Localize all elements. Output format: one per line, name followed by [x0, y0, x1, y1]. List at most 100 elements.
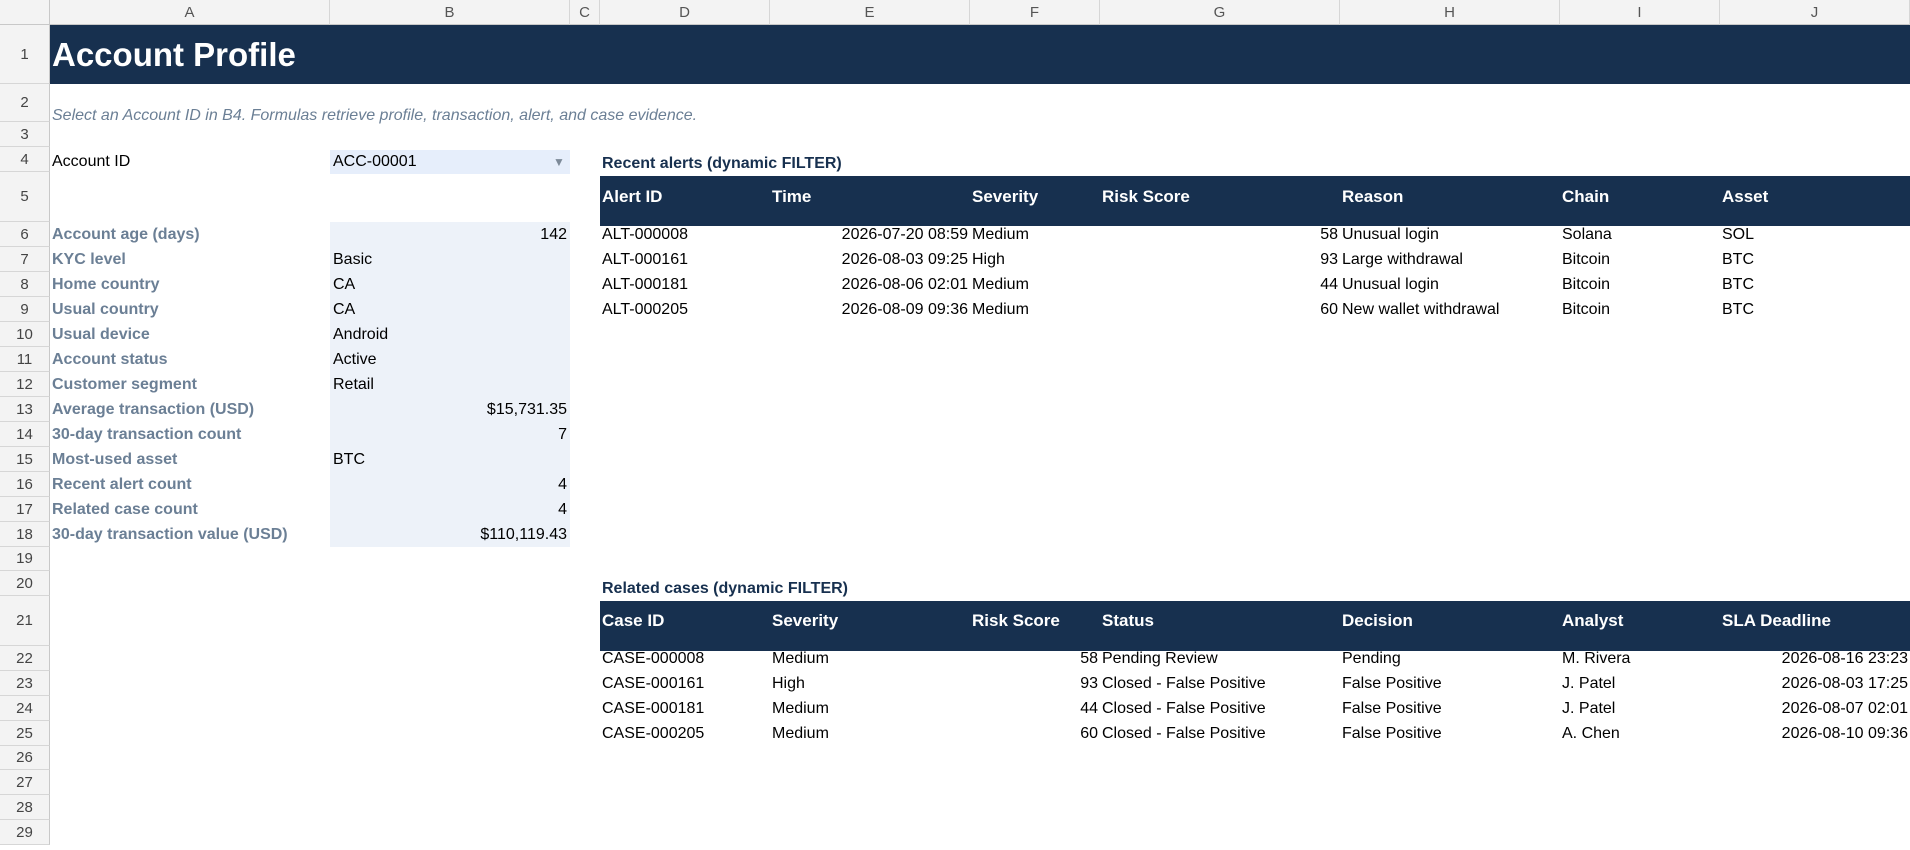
alerts-cell[interactable]: 2026-08-09 09:36 — [772, 297, 968, 322]
row-header-14[interactable]: 14 — [0, 422, 50, 447]
cases-cell[interactable]: M. Rivera — [1562, 646, 1718, 671]
profile-value[interactable]: 4 — [330, 472, 570, 497]
cases-cell[interactable]: Medium — [772, 721, 968, 746]
row-header-17[interactable]: 17 — [0, 497, 50, 522]
column-header-j[interactable]: J — [1720, 0, 1910, 25]
cases-cell[interactable]: 2026-08-16 23:23 — [1722, 646, 1908, 671]
alerts-header-cell[interactable]: Alert ID — [602, 172, 768, 222]
cases-cell[interactable]: False Positive — [1342, 696, 1558, 721]
alerts-header-cell[interactable]: Chain — [1562, 172, 1718, 222]
alerts-cell[interactable]: 93 — [1102, 247, 1338, 272]
cases-cell[interactable]: A. Chen — [1562, 721, 1718, 746]
cases-cell[interactable]: Closed - False Positive — [1102, 671, 1338, 696]
cases-cell[interactable]: CASE-000205 — [602, 721, 768, 746]
column-header-c[interactable]: C — [570, 0, 600, 25]
alerts-cell[interactable]: 44 — [1102, 272, 1338, 297]
profile-value[interactable]: CA — [330, 272, 570, 297]
alerts-cell[interactable]: High — [972, 247, 1098, 272]
row-header-10[interactable]: 10 — [0, 322, 50, 347]
column-header-b[interactable]: B — [330, 0, 570, 25]
row-header-12[interactable]: 12 — [0, 372, 50, 397]
cases-cell[interactable]: Medium — [772, 646, 968, 671]
alerts-cell[interactable]: BTC — [1722, 247, 1908, 272]
alerts-cell[interactable]: 2026-08-03 09:25 — [772, 247, 968, 272]
dropdown-arrow-icon[interactable]: ▼ — [553, 150, 565, 174]
alerts-cell[interactable]: BTC — [1722, 297, 1908, 322]
cases-header-cell[interactable]: Case ID — [602, 596, 768, 646]
column-header-i[interactable]: I — [1560, 0, 1720, 25]
cases-cell[interactable]: 2026-08-10 09:36 — [1722, 721, 1908, 746]
row-header-4[interactable]: 4 — [0, 147, 50, 172]
cases-header-cell[interactable]: Status — [1102, 596, 1338, 646]
cases-cell[interactable]: False Positive — [1342, 721, 1558, 746]
column-header-a[interactable]: A — [50, 0, 330, 25]
profile-value[interactable]: $110,119.43 — [330, 522, 570, 547]
row-header-24[interactable]: 24 — [0, 696, 50, 721]
profile-value[interactable]: Basic — [330, 247, 570, 272]
cases-cell[interactable]: Closed - False Positive — [1102, 721, 1338, 746]
alerts-cell[interactable]: ALT-000181 — [602, 272, 768, 297]
profile-value[interactable]: CA — [330, 297, 570, 322]
profile-value[interactable]: 142 — [330, 222, 570, 247]
alerts-header-cell[interactable]: Risk Score — [1102, 172, 1338, 222]
alerts-cell[interactable]: SOL — [1722, 222, 1908, 247]
row-header-16[interactable]: 16 — [0, 472, 50, 497]
profile-value[interactable]: Android — [330, 322, 570, 347]
alerts-cell[interactable]: Solana — [1562, 222, 1718, 247]
account-id-value[interactable]: ACC-00001 — [333, 150, 417, 174]
row-header-8[interactable]: 8 — [0, 272, 50, 297]
row-header-21[interactable]: 21 — [0, 596, 50, 646]
row-header-22[interactable]: 22 — [0, 646, 50, 671]
cases-cell[interactable]: 58 — [972, 646, 1098, 671]
cases-cell[interactable]: Closed - False Positive — [1102, 696, 1338, 721]
profile-value[interactable]: Active — [330, 347, 570, 372]
alerts-header-cell[interactable]: Time — [772, 172, 968, 222]
cases-cell[interactable]: 2026-08-03 17:25 — [1722, 671, 1908, 696]
alerts-cell[interactable]: Bitcoin — [1562, 247, 1718, 272]
profile-value[interactable]: $15,731.35 — [330, 397, 570, 422]
column-header-f[interactable]: F — [970, 0, 1100, 25]
row-header-28[interactable]: 28 — [0, 795, 50, 820]
cases-cell[interactable]: J. Patel — [1562, 696, 1718, 721]
cases-cell[interactable]: Medium — [772, 696, 968, 721]
profile-value[interactable]: BTC — [330, 447, 570, 472]
cases-header-cell[interactable]: Decision — [1342, 596, 1558, 646]
row-header-23[interactable]: 23 — [0, 671, 50, 696]
alerts-cell[interactable]: ALT-000161 — [602, 247, 768, 272]
alerts-cell[interactable]: 2026-07-20 08:59 — [772, 222, 968, 247]
row-header-15[interactable]: 15 — [0, 447, 50, 472]
row-header-20[interactable]: 20 — [0, 571, 50, 596]
alerts-cell[interactable]: Medium — [972, 222, 1098, 247]
alerts-cell[interactable]: Medium — [972, 272, 1098, 297]
row-header-26[interactable]: 26 — [0, 746, 50, 770]
row-header-9[interactable]: 9 — [0, 297, 50, 322]
row-header-18[interactable]: 18 — [0, 522, 50, 547]
alerts-header-cell[interactable]: Severity — [972, 172, 1098, 222]
alerts-cell[interactable]: 2026-08-06 02:01 — [772, 272, 968, 297]
cases-cell[interactable]: 44 — [972, 696, 1098, 721]
cases-cell[interactable]: CASE-000181 — [602, 696, 768, 721]
row-header-11[interactable]: 11 — [0, 347, 50, 372]
alerts-cell[interactable]: Large withdrawal — [1342, 247, 1558, 272]
row-header-5[interactable]: 5 — [0, 172, 50, 222]
cases-cell[interactable]: CASE-000161 — [602, 671, 768, 696]
profile-value[interactable]: 7 — [330, 422, 570, 447]
alerts-cell[interactable]: Bitcoin — [1562, 297, 1718, 322]
cases-cell[interactable]: Pending Review — [1102, 646, 1338, 671]
column-header-e[interactable]: E — [770, 0, 970, 25]
cases-header-cell[interactable]: Risk Score — [972, 596, 1098, 646]
column-header-d[interactable]: D — [600, 0, 770, 25]
row-header-25[interactable]: 25 — [0, 721, 50, 746]
profile-value[interactable]: 4 — [330, 497, 570, 522]
cases-cell[interactable]: CASE-000008 — [602, 646, 768, 671]
row-header-27[interactable]: 27 — [0, 770, 50, 795]
cases-cell[interactable]: High — [772, 671, 968, 696]
row-header-19[interactable]: 19 — [0, 547, 50, 571]
alerts-cell[interactable]: 60 — [1102, 297, 1338, 322]
alerts-cell[interactable]: New wallet withdrawal — [1342, 297, 1558, 322]
alerts-cell[interactable]: Unusual login — [1342, 272, 1558, 297]
row-header-2[interactable]: 2 — [0, 84, 50, 122]
row-header-7[interactable]: 7 — [0, 247, 50, 272]
cases-cell[interactable]: J. Patel — [1562, 671, 1718, 696]
column-header-g[interactable]: G — [1100, 0, 1340, 25]
